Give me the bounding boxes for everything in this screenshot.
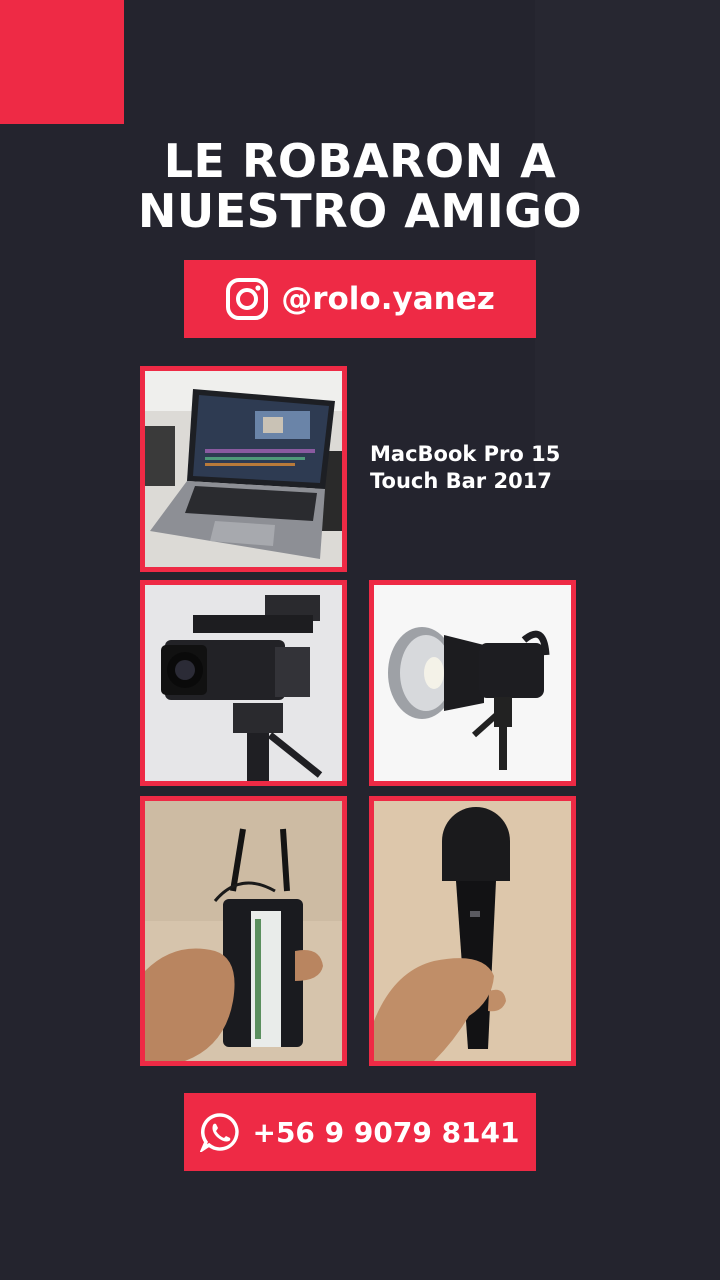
laptop-label-line-1: MacBook Pro 15 [370, 442, 561, 466]
instagram-handle[interactable]: @rolo.yanez [281, 281, 495, 317]
laptop-label: MacBook Pro 15 Touch Bar 2017 [370, 441, 560, 495]
laptop-label-line-2: Touch Bar 2017 [370, 469, 552, 493]
phone-number[interactable]: +56 9 9079 8141 [252, 1116, 519, 1149]
studio-light-photo [369, 580, 576, 786]
microphone-photo [369, 796, 576, 1066]
title-line-2: NUESTRO AMIGO [137, 184, 583, 238]
wireless-receiver-photo [140, 796, 347, 1066]
laptop-photo [140, 366, 347, 572]
instagram-badge[interactable]: @rolo.yanez [184, 260, 536, 338]
whatsapp-icon [200, 1113, 240, 1152]
camcorder-photo [140, 580, 347, 786]
corner-accent-block [0, 0, 124, 124]
page-title: LE ROBARON A NUESTRO AMIGO [0, 136, 720, 236]
background-panel [535, 0, 720, 480]
instagram-icon [226, 278, 269, 320]
title-line-1: LE ROBARON A [163, 134, 557, 188]
whatsapp-badge[interactable]: +56 9 9079 8141 [184, 1093, 536, 1171]
